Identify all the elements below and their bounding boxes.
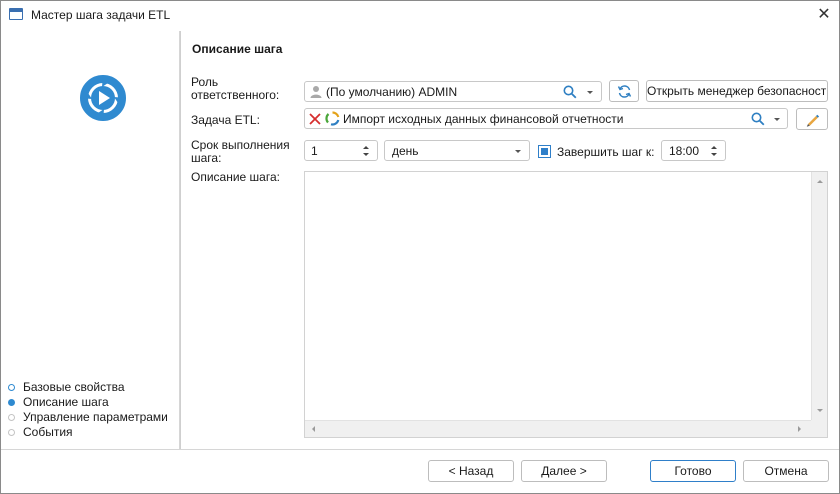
- deadline-value: 1: [311, 144, 318, 158]
- edit-task-button[interactable]: [796, 108, 828, 130]
- deadline-stepper[interactable]: 1: [304, 140, 378, 161]
- spin-down-icon[interactable]: [363, 153, 369, 156]
- step-events[interactable]: События: [8, 425, 168, 440]
- etl-task-select[interactable]: Импорт исходных данных финансовой отчетн…: [304, 108, 788, 129]
- search-icon[interactable]: [751, 112, 765, 126]
- search-icon[interactable]: [563, 85, 577, 99]
- open-security-manager-button[interactable]: Открыть менеджер безопасности: [646, 80, 828, 102]
- deadline-unit-value: день: [392, 144, 419, 158]
- sidebar-divider: [180, 31, 181, 449]
- vertical-scrollbar[interactable]: [811, 172, 827, 420]
- description-textarea[interactable]: [304, 171, 828, 438]
- pencil-icon: [806, 114, 820, 127]
- complete-time-value: 18:00: [669, 144, 700, 158]
- etl-cycle-icon: [325, 111, 340, 126]
- step-pending-icon: [8, 429, 15, 436]
- etl-task-value: Импорт исходных данных финансовой отчетн…: [343, 112, 624, 126]
- next-button[interactable]: Далее >: [521, 460, 607, 482]
- step-active-icon: [8, 399, 15, 406]
- role-select[interactable]: (По умолчанию) ADMIN: [304, 81, 602, 102]
- clear-icon[interactable]: [309, 113, 321, 125]
- step-pending-icon: [8, 414, 15, 421]
- spin-up-icon[interactable]: [711, 146, 717, 149]
- close-button[interactable]: ✕: [812, 4, 836, 26]
- scroll-down-icon[interactable]: [817, 409, 823, 412]
- wizard-steps: Базовые свойства Описание шага Управлени…: [8, 380, 168, 440]
- etl-label: Задача ETL:: [191, 113, 260, 127]
- step-label: События: [23, 425, 73, 439]
- refresh-icon: [617, 85, 632, 98]
- chevron-down-icon[interactable]: [587, 91, 593, 94]
- deadline-label: Срок выполнения шага:: [191, 138, 290, 165]
- scroll-right-icon[interactable]: [798, 426, 801, 432]
- user-icon: [310, 86, 322, 98]
- window-title: Мастер шага задачи ETL: [31, 8, 171, 22]
- step-label: Описание шага: [23, 395, 109, 409]
- complete-step-checkbox[interactable]: [538, 145, 551, 158]
- chevron-down-icon[interactable]: [515, 150, 521, 153]
- horizontal-scrollbar[interactable]: [305, 420, 811, 437]
- step-label: Базовые свойства: [23, 380, 125, 394]
- complete-step-label: Завершить шаг к:: [557, 145, 655, 159]
- checkbox-fill: [541, 148, 548, 155]
- step-done-icon: [8, 384, 15, 391]
- step-parameters[interactable]: Управление параметрами: [8, 410, 168, 425]
- scroll-left-icon[interactable]: [312, 426, 315, 432]
- description-label: Описание шага:: [191, 170, 280, 184]
- role-value: (По умолчанию) ADMIN: [326, 85, 458, 99]
- scrollbar-corner: [811, 420, 827, 437]
- spin-down-icon[interactable]: [711, 153, 717, 156]
- spin-up-icon[interactable]: [363, 146, 369, 149]
- finish-button[interactable]: Готово: [650, 460, 736, 482]
- step-basic-properties[interactable]: Базовые свойства: [8, 380, 168, 395]
- step-description[interactable]: Описание шага: [8, 395, 168, 410]
- back-button[interactable]: < Назад: [428, 460, 514, 482]
- chevron-down-icon[interactable]: [774, 118, 780, 121]
- deadline-unit-select[interactable]: день: [384, 140, 530, 161]
- step-label: Управление параметрами: [23, 410, 168, 424]
- section-title: Описание шага: [192, 42, 283, 56]
- cancel-button[interactable]: Отмена: [743, 460, 829, 482]
- etl-task-icon: [80, 75, 126, 121]
- role-label: Роль ответственного:: [191, 75, 280, 102]
- footer-divider: [1, 449, 839, 450]
- window-icon: [9, 8, 23, 20]
- refresh-button[interactable]: [609, 80, 639, 102]
- scroll-up-icon[interactable]: [817, 180, 823, 183]
- complete-time-stepper[interactable]: 18:00: [661, 140, 726, 161]
